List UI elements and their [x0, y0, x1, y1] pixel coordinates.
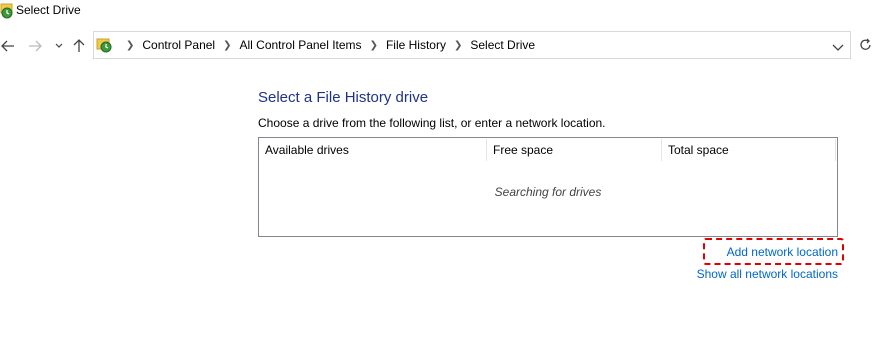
instructions-text: Choose a drive from the following list, …	[258, 116, 606, 130]
chevron-right-icon[interactable]: ❯	[223, 40, 231, 51]
back-button[interactable]	[0, 30, 16, 62]
chevron-right-icon[interactable]: ❯	[454, 40, 462, 51]
page-title: Select a File History drive	[258, 89, 429, 106]
column-header-total-space[interactable]: Total space	[662, 138, 836, 162]
arrow-up-icon	[73, 39, 85, 53]
column-header-available-drives[interactable]: Available drives	[259, 138, 487, 162]
refresh-icon[interactable]	[859, 38, 872, 52]
add-network-location-link[interactable]: Add network location	[727, 245, 838, 259]
recent-locations-button[interactable]	[52, 30, 66, 62]
drive-list[interactable]: Available drives Free space Total space …	[258, 137, 838, 237]
chevron-right-icon[interactable]: ❯	[126, 40, 134, 51]
chevron-right-icon[interactable]: ❯	[370, 40, 378, 51]
address-dropdown-icon[interactable]	[832, 40, 844, 51]
breadcrumb-control-panel[interactable]: Control Panel	[142, 38, 215, 52]
navigation-bar: ❯ Control Panel ❯ All Control Panel Item…	[0, 30, 872, 62]
column-divider[interactable]	[835, 139, 836, 161]
arrow-left-icon	[1, 40, 15, 52]
chevron-down-icon	[55, 43, 63, 49]
file-history-icon	[0, 3, 14, 19]
column-header-free-space[interactable]: Free space	[487, 138, 662, 162]
title-bar: Select Drive	[0, 0, 872, 24]
breadcrumb: ❯ Control Panel ❯ All Control Panel Item…	[118, 32, 535, 58]
window-title: Select Drive	[16, 3, 81, 17]
forward-button[interactable]	[26, 30, 44, 62]
breadcrumb-all-control-panel-items[interactable]: All Control Panel Items	[240, 38, 362, 52]
address-bar[interactable]: ❯ Control Panel ❯ All Control Panel Item…	[93, 31, 851, 59]
searching-status: Searching for drives	[494, 185, 602, 199]
control-panel-icon	[96, 37, 112, 53]
arrow-right-icon	[28, 40, 42, 52]
breadcrumb-file-history[interactable]: File History	[386, 38, 446, 52]
up-button[interactable]	[71, 30, 87, 62]
breadcrumb-select-drive[interactable]: Select Drive	[470, 38, 535, 52]
show-all-network-locations-link[interactable]: Show all network locations	[697, 267, 838, 281]
